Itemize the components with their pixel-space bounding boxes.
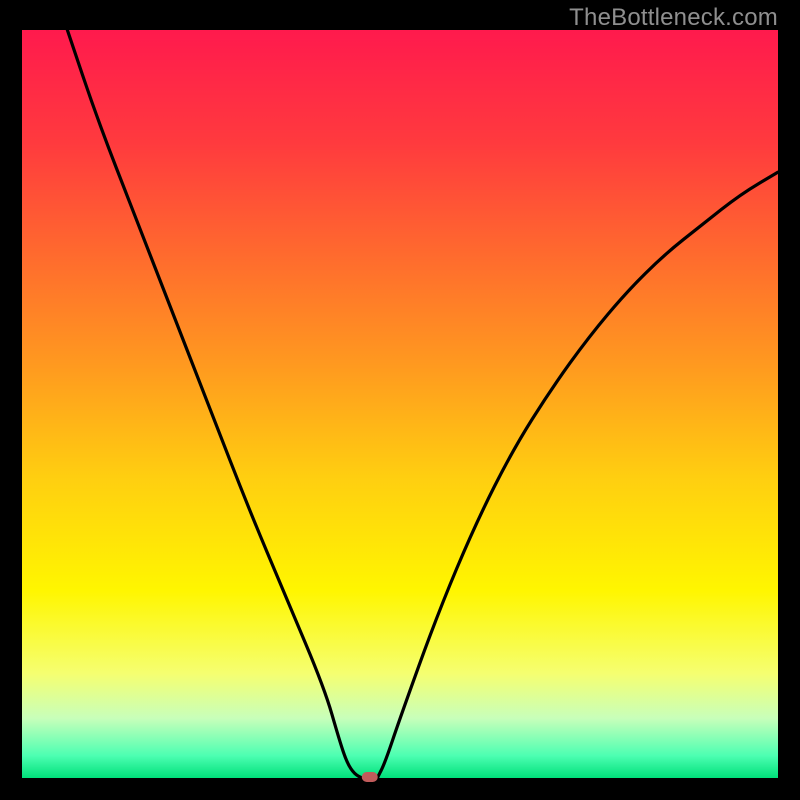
min-marker: [362, 772, 378, 782]
bottleneck-chart: [0, 0, 800, 800]
plot-background: [22, 30, 778, 778]
watermark-text: TheBottleneck.com: [569, 4, 778, 32]
